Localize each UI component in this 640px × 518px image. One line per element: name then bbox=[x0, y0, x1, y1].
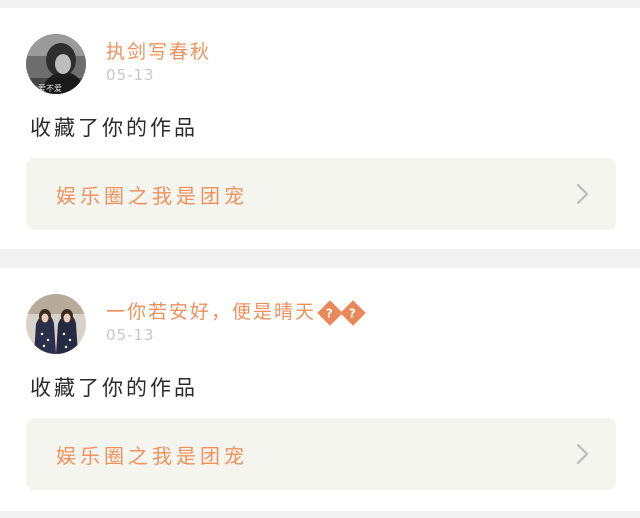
notification-card: 一你若安好，便是晴天?? 05-13 收藏了你的作品 娱乐圈之我是团宠 bbox=[0, 268, 640, 511]
username[interactable]: 一你若安好，便是晴天?? bbox=[106, 297, 366, 326]
chevron-right-icon bbox=[576, 443, 589, 465]
work-title: 娱乐圈之我是团宠 bbox=[56, 184, 248, 208]
notification-feed: 爱不爱 执剑写春秋 05-13 收藏了你的作品 娱乐圈之我是团宠 一你若安好，便… bbox=[0, 0, 640, 518]
username-text: 一你若安好，便是晴天 bbox=[106, 301, 317, 323]
timestamp: 05-13 bbox=[106, 326, 155, 344]
avatar[interactable] bbox=[26, 294, 86, 354]
chevron-right-icon bbox=[576, 183, 589, 205]
avatar-image: 爱不爱 bbox=[26, 34, 86, 94]
unknown-glyph-icon: ? bbox=[340, 299, 366, 326]
username[interactable]: 执剑写春秋 bbox=[106, 37, 211, 64]
avatar-image bbox=[26, 294, 86, 354]
avatar-caption: 爱不爱 bbox=[38, 84, 62, 93]
timestamp: 05-13 bbox=[106, 66, 155, 84]
avatar[interactable]: 爱不爱 bbox=[26, 34, 86, 94]
work-title: 娱乐圈之我是团宠 bbox=[56, 444, 248, 468]
username-text: 执剑写春秋 bbox=[106, 41, 212, 63]
work-link-card[interactable]: 娱乐圈之我是团宠 bbox=[26, 158, 616, 230]
notification-message: 收藏了你的作品 bbox=[30, 376, 198, 400]
notification-message: 收藏了你的作品 bbox=[30, 116, 198, 140]
work-link-card[interactable]: 娱乐圈之我是团宠 bbox=[26, 418, 616, 490]
notification-card: 爱不爱 执剑写春秋 05-13 收藏了你的作品 娱乐圈之我是团宠 bbox=[0, 8, 640, 249]
